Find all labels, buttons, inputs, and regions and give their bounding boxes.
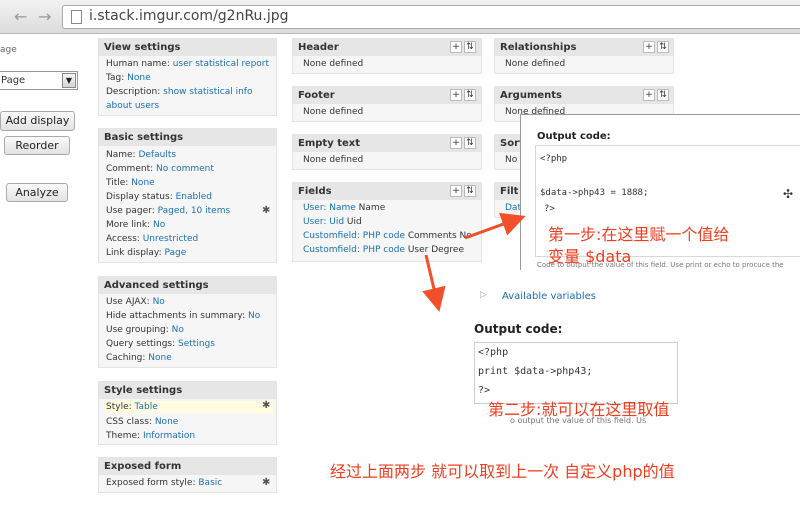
summary-annotation: 经过上面两步 就可以取到上一次 自定义php的值 — [330, 462, 675, 481]
step2-annotation: 第二步:就可以在这里取值 — [488, 400, 670, 419]
arrow-to-step1 — [464, 212, 526, 240]
annotation-arrows — [422, 212, 526, 312]
step1-annotation-line2: 变量 $data — [548, 247, 632, 266]
step1-annotation-line1: 第一步:在这里赋一个值给 — [548, 225, 730, 244]
arrow-to-step2 — [422, 254, 446, 312]
